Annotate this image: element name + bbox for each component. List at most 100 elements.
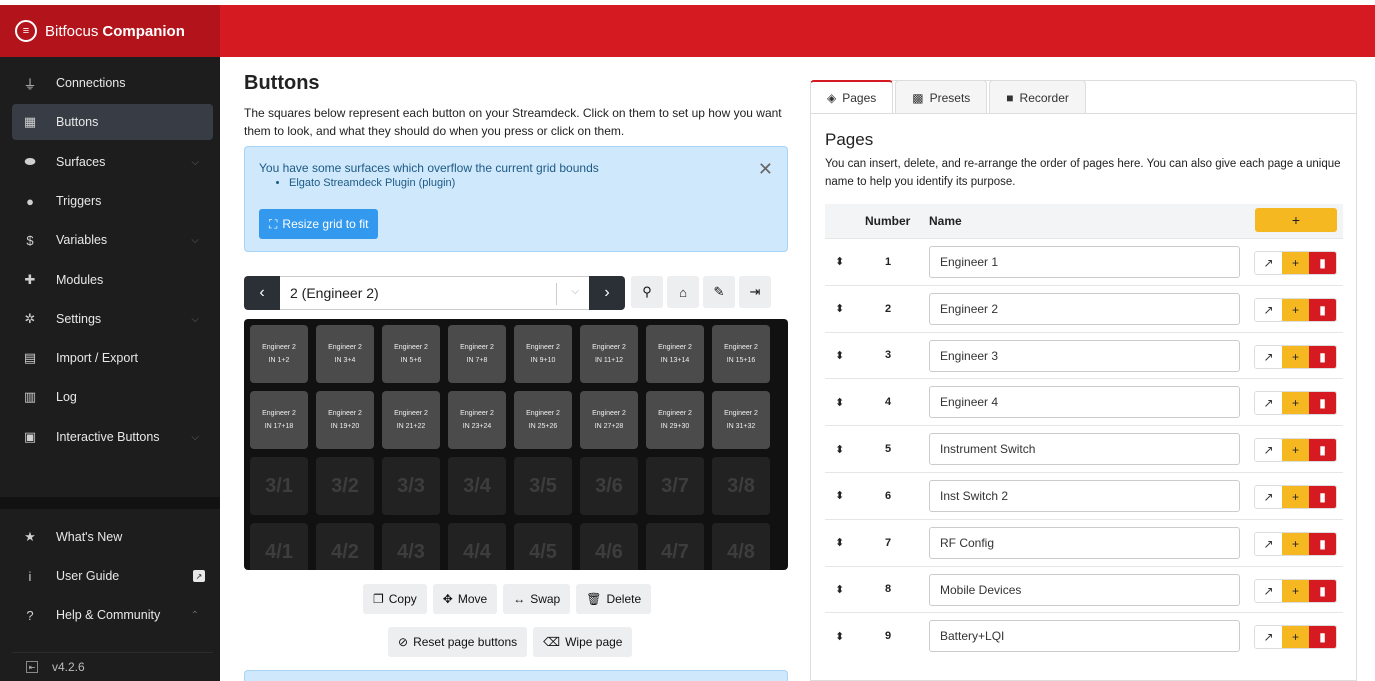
drag-handle-icon[interactable]: ⬍: [835, 630, 844, 643]
goto-page-button[interactable]: ↗: [1255, 392, 1282, 415]
delete-page-button[interactable]: ▮: [1309, 579, 1336, 602]
move-button[interactable]: ✥ Move: [432, 584, 498, 614]
resize-grid-button[interactable]: ⛶ Resize grid to fit: [259, 209, 379, 239]
goto-page-button[interactable]: ↗: [1255, 579, 1282, 602]
page-name-input[interactable]: [929, 246, 1240, 278]
insert-page-button[interactable]: +: [1282, 532, 1309, 555]
grid-button-empty[interactable]: 4/5: [514, 523, 572, 570]
close-icon[interactable]: ✕: [758, 159, 773, 180]
goto-page-button[interactable]: ↗: [1255, 252, 1282, 274]
drag-handle-icon[interactable]: ⬍: [835, 536, 844, 549]
delete-page-button[interactable]: ▮: [1309, 298, 1336, 321]
sidebar-item-modules[interactable]: ✚ Modules: [12, 262, 213, 298]
sidebar-item-triggers[interactable]: ● Triggers: [12, 183, 213, 219]
search-button[interactable]: ⚲: [631, 276, 663, 308]
tab-presets[interactable]: ▩ Presets: [895, 80, 988, 114]
sidebar-toggle-icon[interactable]: ⇤: [26, 661, 38, 673]
grid-button-empty[interactable]: 3/1: [250, 457, 308, 515]
sidebar-item-settings[interactable]: ✲ Settings ⌵: [12, 301, 213, 337]
page-name-input[interactable]: [929, 479, 1240, 512]
grid-button-empty[interactable]: 4/3: [382, 523, 440, 570]
delete-page-button[interactable]: ▮: [1309, 345, 1336, 368]
reset-page-button[interactable]: ⊘ Reset page buttons: [388, 627, 528, 657]
grid-button[interactable]: Engineer 2 IN 23+24: [448, 391, 506, 449]
grid-button[interactable]: Engineer 2 IN 1+2: [250, 325, 308, 383]
delete-page-button[interactable]: ▮: [1309, 439, 1336, 462]
insert-page-button[interactable]: +: [1282, 392, 1309, 415]
page-name-input[interactable]: [929, 386, 1240, 419]
sidebar-item-interactive-buttons[interactable]: ▣ Interactive Buttons ⌵: [12, 419, 213, 455]
grid-button[interactable]: Engineer 2 IN 5+6: [382, 325, 440, 383]
goto-page-button[interactable]: ↗: [1255, 626, 1282, 649]
grid-button-empty[interactable]: 4/1: [250, 523, 308, 570]
sidebar-item-import-export[interactable]: ▤ Import / Export: [12, 340, 213, 376]
grid-button[interactable]: Engineer 2 IN 11+12: [580, 325, 638, 383]
grid-button-empty[interactable]: 3/4: [448, 457, 506, 515]
drag-handle-icon[interactable]: ⬍: [835, 349, 844, 362]
insert-page-button[interactable]: +: [1282, 298, 1309, 321]
grid-button-empty[interactable]: 3/5: [514, 457, 572, 515]
export-button[interactable]: ⇥: [739, 276, 771, 308]
grid-button[interactable]: Engineer 2 IN 17+18: [250, 391, 308, 449]
edit-button[interactable]: ✎: [703, 276, 735, 308]
sidebar-item-buttons[interactable]: ▦ Buttons: [12, 104, 213, 140]
delete-page-button[interactable]: ▮: [1309, 626, 1336, 649]
grid-button[interactable]: Engineer 2 IN 21+22: [382, 391, 440, 449]
insert-page-button[interactable]: +: [1282, 439, 1309, 462]
grid-button[interactable]: Engineer 2 IN 25+26: [514, 391, 572, 449]
grid-button-empty[interactable]: 4/4: [448, 523, 506, 570]
grid-button[interactable]: Engineer 2 IN 7+8: [448, 325, 506, 383]
add-page-button[interactable]: +: [1255, 208, 1337, 232]
page-name-input[interactable]: [929, 620, 1240, 653]
grid-button-empty[interactable]: 4/6: [580, 523, 638, 570]
grid-button[interactable]: Engineer 2 IN 19+20: [316, 391, 374, 449]
grid-button-empty[interactable]: 3/3: [382, 457, 440, 515]
page-name-input[interactable]: [929, 292, 1240, 325]
page-name-input[interactable]: [929, 573, 1240, 606]
drag-handle-icon[interactable]: ⬍: [835, 302, 844, 315]
sidebar-item-variables[interactable]: $ Variables ⌵: [12, 222, 213, 258]
sidebar-item-connections[interactable]: ⏚ Connections: [12, 65, 213, 101]
sidebar-item-help-community[interactable]: ? Help & Community ⌃: [12, 597, 213, 633]
tab-recorder[interactable]: ■ Recorder: [989, 80, 1086, 114]
grid-button-empty[interactable]: 4/7: [646, 523, 704, 570]
insert-page-button[interactable]: +: [1282, 345, 1309, 368]
grid-button[interactable]: Engineer 2 IN 29+30: [646, 391, 704, 449]
grid-button-empty[interactable]: 3/2: [316, 457, 374, 515]
drag-handle-icon[interactable]: ⬍: [835, 583, 844, 596]
brand[interactable]: ≡ Bitfocus Companion: [0, 5, 220, 57]
next-page-button[interactable]: ›: [589, 276, 625, 310]
tab-pages[interactable]: ◈ Pages: [810, 80, 894, 114]
delete-page-button[interactable]: ▮: [1309, 485, 1336, 508]
page-name-input[interactable]: [929, 339, 1240, 372]
grid-button[interactable]: Engineer 2 IN 31+32: [712, 391, 770, 449]
delete-page-button[interactable]: ▮: [1309, 392, 1336, 415]
wipe-page-button[interactable]: ⌫ Wipe page: [533, 627, 633, 657]
grid-button-empty[interactable]: 3/8: [712, 457, 770, 515]
insert-page-button[interactable]: +: [1282, 579, 1309, 602]
sidebar-item-surfaces[interactable]: ⬬ Surfaces ⌵: [12, 144, 213, 180]
grid-button[interactable]: Engineer 2 IN 9+10: [514, 325, 572, 383]
insert-page-button[interactable]: +: [1282, 626, 1309, 649]
grid-button-empty[interactable]: 4/2: [316, 523, 374, 570]
insert-page-button[interactable]: +: [1282, 485, 1309, 508]
goto-page-button[interactable]: ↗: [1255, 439, 1282, 462]
page-select[interactable]: 2 (Engineer 2) ⌵: [280, 276, 589, 310]
page-name-input[interactable]: [929, 526, 1240, 559]
sidebar-item-user-guide[interactable]: i User Guide ↗: [12, 558, 213, 594]
drag-handle-icon[interactable]: ⬍: [835, 396, 844, 409]
grid-button[interactable]: Engineer 2 IN 13+14: [646, 325, 704, 383]
grid-button[interactable]: Engineer 2 IN 27+28: [580, 391, 638, 449]
goto-page-button[interactable]: ↗: [1255, 485, 1282, 508]
drag-handle-icon[interactable]: ⬍: [835, 255, 844, 268]
goto-page-button[interactable]: ↗: [1255, 345, 1282, 368]
delete-page-button[interactable]: ▮: [1309, 252, 1336, 274]
swap-button[interactable]: ↔ Swap: [503, 584, 571, 614]
grid-button[interactable]: Engineer 2 IN 15+16: [712, 325, 770, 383]
grid-button-empty[interactable]: 3/6: [580, 457, 638, 515]
delete-button[interactable]: 🗑 Delete: [576, 584, 652, 614]
drag-handle-icon[interactable]: ⬍: [835, 489, 844, 502]
grid-button-empty[interactable]: 3/7: [646, 457, 704, 515]
goto-page-button[interactable]: ↗: [1255, 298, 1282, 321]
sidebar-item-log[interactable]: ▥ Log: [12, 379, 213, 415]
